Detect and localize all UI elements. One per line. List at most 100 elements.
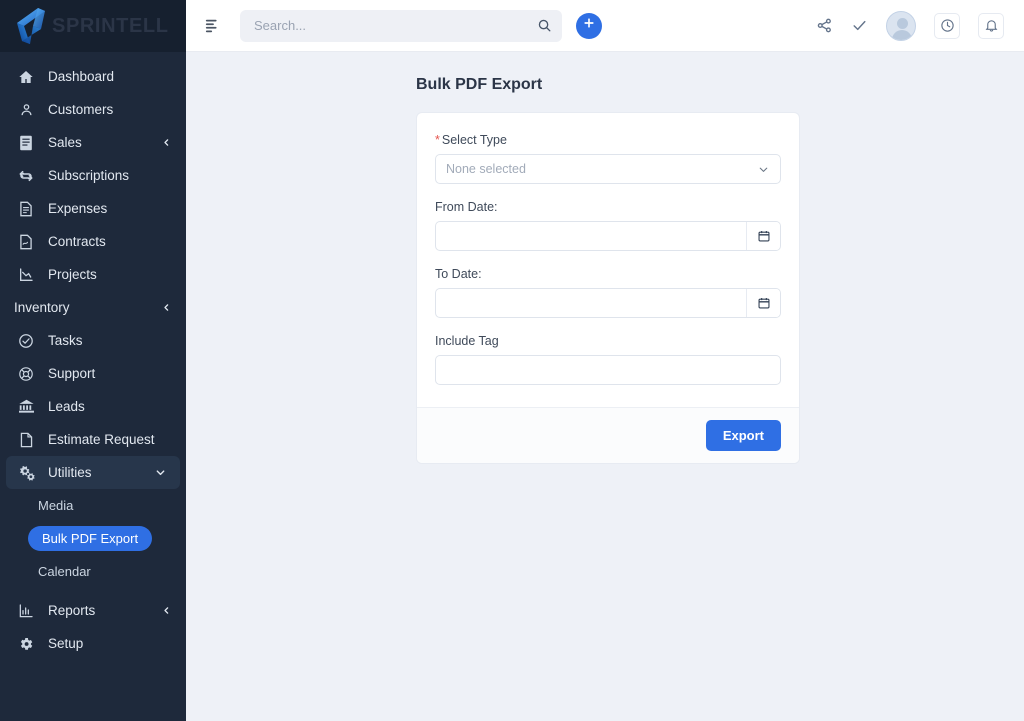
page-title: Bulk PDF Export	[416, 76, 543, 93]
search-icon[interactable]	[537, 18, 552, 33]
chart-decline-icon	[16, 265, 36, 285]
sidebar-item-label: Estimate Request	[48, 432, 155, 447]
chevron-left-icon[interactable]	[160, 302, 172, 314]
select-type-label-text: Select Type	[441, 133, 507, 147]
chevron-left-icon[interactable]	[160, 137, 172, 149]
sidebar-item-label: Dashboard	[48, 69, 115, 84]
from-date-calendar-icon[interactable]	[746, 222, 780, 250]
chevron-down-icon[interactable]	[154, 467, 166, 479]
share-icon[interactable]	[816, 17, 833, 34]
sidebar-subitem-calendar[interactable]: Calendar	[0, 555, 186, 588]
field-to-date: To Date:	[435, 267, 781, 318]
bank-icon	[16, 397, 36, 417]
sidebar-item-leads[interactable]: Leads	[0, 390, 186, 423]
gear-icon	[16, 634, 36, 654]
from-date-row	[435, 221, 781, 251]
bulk-pdf-export-card: * Select Type None selected From Date: T…	[416, 112, 800, 464]
file-icon	[16, 430, 36, 450]
sidebar-item-support[interactable]: Support	[0, 357, 186, 390]
field-from-date: From Date:	[435, 200, 781, 251]
add-new-button[interactable]	[576, 12, 602, 39]
sidebar-item-subscriptions[interactable]: Subscriptions	[0, 159, 186, 192]
sidebar-subitem-label: Media	[38, 498, 74, 513]
plus-icon	[582, 16, 596, 35]
check-icon[interactable]	[851, 17, 868, 34]
sidebar-item-setup[interactable]: Setup	[0, 627, 186, 660]
bell-icon[interactable]	[978, 12, 1004, 39]
field-include-tag: Include Tag	[435, 334, 781, 385]
home-icon	[16, 67, 36, 87]
sidebar-item-expenses[interactable]: Expenses	[0, 192, 186, 225]
user-icon	[16, 100, 36, 120]
sidebar-item-label: Tasks	[48, 333, 83, 348]
user-avatar[interactable]	[886, 10, 916, 41]
search-bar[interactable]	[240, 9, 562, 42]
sidebar-item-inventory[interactable]: Inventory	[0, 291, 186, 324]
to-date-input[interactable]	[436, 289, 746, 317]
document-icon	[16, 199, 36, 219]
select-type-dropdown[interactable]: None selected	[435, 154, 781, 184]
brand-logo[interactable]: SPRINTELL	[0, 0, 186, 52]
sidebar-item-label: Contracts	[48, 234, 106, 249]
sidebar-nav: Dashboard Customers Sales Subscriptions	[0, 52, 186, 721]
avatar-head	[896, 17, 908, 29]
sidebar-item-label: Inventory	[14, 300, 70, 315]
sidebar-item-utilities[interactable]: Utilities	[6, 456, 180, 489]
contract-icon	[16, 232, 36, 252]
sidebar-item-label: Expenses	[48, 201, 108, 216]
search-input[interactable]	[254, 18, 537, 33]
sidebar-subitem-media[interactable]: Media	[0, 489, 186, 522]
topbar	[186, 0, 1024, 52]
required-marker: *	[435, 133, 440, 147]
select-type-value: None selected	[446, 162, 526, 176]
content-area: Bulk PDF Export * Select Type None select…	[186, 52, 1024, 721]
sprintell-s-logo-icon	[8, 3, 54, 49]
select-type-label: * Select Type	[435, 133, 781, 147]
sidebar-item-label: Utilities	[48, 465, 92, 480]
sidebar-item-label: Subscriptions	[48, 168, 130, 183]
sidebar-item-reports[interactable]: Reports	[0, 594, 186, 627]
sidebar-item-label: Customers	[48, 102, 114, 117]
sidebar-item-dashboard[interactable]: Dashboard	[0, 60, 186, 93]
field-select-type: * Select Type None selected	[435, 133, 781, 184]
brand-name: SPRINTELL	[52, 14, 169, 37]
sidebar-item-customers[interactable]: Customers	[0, 93, 186, 126]
avatar-body	[892, 29, 912, 40]
topbar-actions	[816, 10, 1004, 41]
menu-list-icon[interactable]	[200, 13, 226, 39]
sidebar-item-label: Support	[48, 366, 96, 381]
from-date-input[interactable]	[436, 222, 746, 250]
sidebar-item-contracts[interactable]: Contracts	[0, 225, 186, 258]
clock-icon[interactable]	[934, 12, 960, 39]
sidebar-item-tasks[interactable]: Tasks	[0, 324, 186, 357]
card-body: * Select Type None selected From Date: T…	[417, 113, 799, 407]
sidebar-item-label: Setup	[48, 636, 84, 651]
chevron-left-icon[interactable]	[160, 605, 172, 617]
gears-icon	[16, 463, 36, 483]
receipt-icon	[16, 133, 36, 153]
to-date-calendar-icon[interactable]	[746, 289, 780, 317]
include-tag-input[interactable]	[435, 355, 781, 385]
sidebar-subitem-bulk-pdf-export[interactable]: Bulk PDF Export	[0, 522, 186, 555]
export-button[interactable]: Export	[705, 420, 781, 451]
chevron-down-icon	[757, 163, 770, 176]
to-date-row	[435, 288, 781, 318]
refresh-cycle-icon	[16, 166, 36, 186]
sidebar-item-sales[interactable]: Sales	[0, 126, 186, 159]
bar-chart-icon	[16, 601, 36, 621]
sidebar-subitem-label-active: Bulk PDF Export	[28, 526, 153, 551]
sidebar: SPRINTELL Dashboard Customers Sales Subs…	[0, 0, 186, 721]
sidebar-item-estimate-request[interactable]: Estimate Request	[0, 423, 186, 456]
include-tag-label: Include Tag	[435, 334, 499, 348]
sidebar-item-label: Projects	[48, 267, 97, 282]
sidebar-item-label: Sales	[48, 135, 82, 150]
life-ring-icon	[16, 364, 36, 384]
main-region: Bulk PDF Export *Select Type None select…	[186, 0, 1024, 721]
sidebar-subitem-label: Calendar	[38, 564, 91, 579]
sidebar-item-projects[interactable]: Projects	[0, 258, 186, 291]
sidebar-item-label: Leads	[48, 399, 85, 414]
from-date-label: From Date:	[435, 200, 498, 214]
to-date-label: To Date:	[435, 267, 482, 281]
sidebar-item-label: Reports	[48, 603, 96, 618]
card-footer: Export	[417, 407, 799, 463]
